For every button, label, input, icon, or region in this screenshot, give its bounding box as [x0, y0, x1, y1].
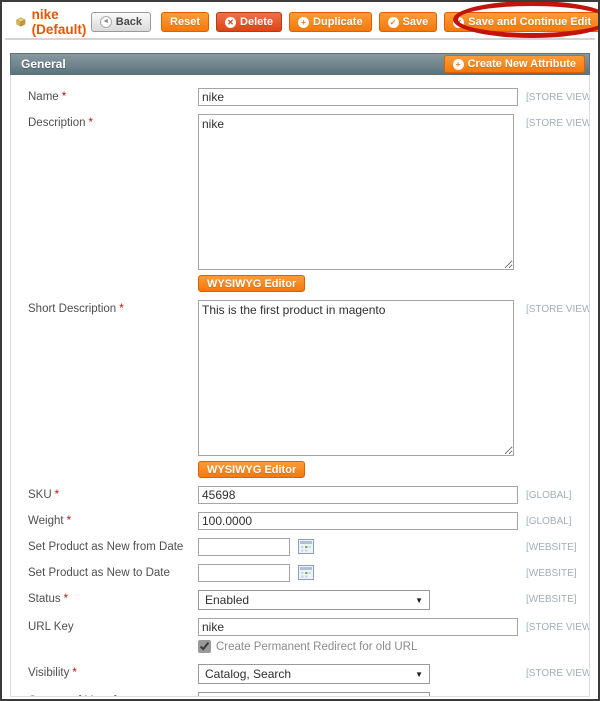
- new-from-date-input[interactable]: [198, 538, 290, 556]
- field-row-weight: Weight* [GLOBAL]: [28, 512, 579, 530]
- weight-label: Weight: [28, 515, 64, 527]
- section-title: General: [21, 57, 66, 71]
- new-to-date-input[interactable]: [198, 564, 290, 582]
- reset-button[interactable]: Reset: [161, 12, 210, 32]
- scope-label: [WEBSITE]: [526, 542, 577, 553]
- scope-label: [STORE VIEW]: [526, 622, 590, 633]
- scope-label: [WEBSITE]: [526, 692, 577, 696]
- url-key-input[interactable]: [198, 618, 518, 636]
- check-icon: ✓: [453, 16, 465, 28]
- short-description-label: Short Description: [28, 303, 117, 315]
- short-description-textarea[interactable]: This is the first product in magento: [198, 300, 514, 456]
- header-divider: [5, 38, 595, 40]
- status-label: Status: [28, 593, 61, 605]
- visibility-label: Visibility: [28, 667, 70, 679]
- delete-button[interactable]: ✕ Delete: [216, 12, 283, 32]
- sku-label: SKU: [28, 489, 52, 501]
- sku-input[interactable]: [198, 486, 518, 504]
- section-header: General + Create New Attribute: [10, 53, 590, 75]
- delete-x-icon: ✕: [225, 16, 237, 28]
- save-button[interactable]: ✓ Save: [378, 12, 438, 32]
- scope-label: [STORE VIEW]: [526, 92, 590, 103]
- plus-icon: +: [452, 58, 464, 70]
- scope-label: [STORE VIEW]: [526, 118, 590, 129]
- required-asterisk: *: [61, 91, 67, 103]
- page-title: nike (Default): [16, 7, 91, 37]
- page-header: nike (Default) ◄ Back Reset ✕ Delete + D…: [2, 2, 598, 37]
- calendar-icon[interactable]: [297, 539, 314, 555]
- country-select[interactable]: ▼: [198, 692, 430, 696]
- permanent-redirect-label: Create Permanent Redirect for old URL: [216, 640, 418, 653]
- visibility-select[interactable]: Catalog, Search ▼: [198, 664, 430, 684]
- general-panel: General + Create New Attribute Name* [ST…: [10, 53, 590, 697]
- wysiwyg-editor-button[interactable]: WYSIWYG Editor: [198, 275, 306, 292]
- magento-product-edit-page: nike (Default) ◄ Back Reset ✕ Delete + D…: [0, 0, 600, 701]
- duplicate-button[interactable]: + Duplicate: [289, 12, 372, 32]
- wysiwyg-editor-button[interactable]: WYSIWYG Editor: [198, 461, 306, 478]
- chevron-down-icon: ▼: [415, 669, 423, 679]
- required-asterisk: *: [63, 593, 69, 605]
- chevron-down-icon: ▼: [415, 595, 423, 605]
- url-key-label: URL Key: [28, 621, 74, 633]
- permanent-redirect-checkbox[interactable]: [198, 640, 211, 653]
- field-row-sku: SKU* [GLOBAL]: [28, 486, 579, 504]
- create-new-attribute-button[interactable]: + Create New Attribute: [443, 55, 585, 73]
- required-asterisk: *: [72, 667, 77, 679]
- field-row-country: Country of Manufacture ▼ [WEBSITE]: [28, 692, 579, 696]
- field-row-new-to-date: Set Product as New to Date [WEBSITE]: [28, 564, 579, 582]
- visibility-select-value: Catalog, Search: [205, 667, 292, 681]
- name-input[interactable]: [198, 88, 518, 106]
- required-asterisk: *: [66, 515, 72, 527]
- required-asterisk: *: [119, 303, 124, 315]
- new-from-date-label: Set Product as New from Date: [28, 541, 184, 553]
- product-cube-icon: [16, 17, 26, 27]
- field-row-url-key: URL Key Create Permanent Redirect for ol…: [28, 618, 589, 656]
- required-asterisk: *: [54, 489, 60, 501]
- field-row-visibility: Visibility * Catalog, Search ▼ [STORE VIE…: [28, 664, 589, 684]
- scope-label: [WEBSITE]: [526, 594, 577, 605]
- page-title-text: nike (Default): [31, 7, 87, 37]
- scope-label: [STORE VIEW]: [526, 668, 590, 679]
- new-to-date-label: Set Product as New to Date: [28, 567, 170, 579]
- description-textarea[interactable]: nike: [198, 114, 514, 270]
- description-label: Description: [28, 117, 86, 129]
- plus-icon: +: [298, 16, 310, 28]
- status-select-value: Enabled: [205, 593, 250, 607]
- check-icon: ✓: [387, 16, 399, 28]
- field-row-short-description: Short Description * This is the first pro…: [28, 300, 589, 478]
- scope-label: [GLOBAL]: [526, 490, 572, 501]
- scope-label: [WEBSITE]: [526, 568, 577, 579]
- general-form: Name* [STORE VIEW] Description* nike WYS…: [10, 75, 590, 697]
- save-and-continue-button[interactable]: ✓ Save and Continue Edit: [444, 12, 598, 32]
- back-arrow-icon: ◄: [99, 16, 112, 28]
- back-button[interactable]: ◄ Back: [90, 12, 152, 32]
- field-row-name: Name* [STORE VIEW]: [28, 88, 589, 106]
- scope-label: [GLOBAL]: [526, 516, 572, 527]
- scope-label: [STORE VIEW]: [526, 304, 590, 315]
- required-asterisk: *: [88, 117, 94, 129]
- weight-input[interactable]: [198, 512, 518, 530]
- field-row-status: Status * Enabled ▼ [WEBSITE]: [28, 590, 579, 610]
- calendar-icon[interactable]: [297, 565, 314, 581]
- field-row-new-from-date: Set Product as New from Date [WEBSITE]: [28, 538, 579, 556]
- redirect-checkbox-row: Create Permanent Redirect for old URL: [198, 640, 518, 653]
- country-label: Country of Manufacture: [28, 695, 148, 696]
- field-row-description: Description * nike WYSIWYG Editor [STORE …: [28, 114, 589, 292]
- status-select[interactable]: Enabled ▼: [198, 590, 430, 610]
- name-label: Name: [28, 91, 59, 103]
